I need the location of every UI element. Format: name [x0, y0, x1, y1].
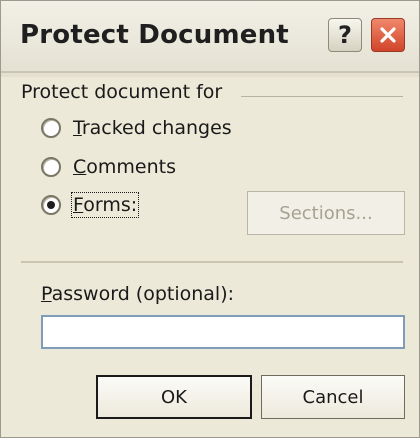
radio-button[interactable]	[41, 118, 61, 138]
radio-forms[interactable]: Forms:	[41, 190, 140, 220]
radio-button[interactable]	[41, 157, 61, 177]
close-button[interactable]	[371, 18, 405, 52]
dialog-title: Protect Document	[20, 20, 289, 50]
close-icon	[380, 27, 396, 43]
group-divider	[241, 96, 403, 97]
protect-document-dialog: Protect Document ? Protect document for …	[0, 0, 420, 438]
radio-label-comments: Comments	[73, 156, 177, 178]
ok-button[interactable]: OK	[96, 375, 252, 419]
help-icon: ?	[338, 21, 352, 49]
title-divider	[1, 71, 419, 73]
cancel-button[interactable]: Cancel	[261, 375, 405, 419]
separator	[21, 261, 403, 263]
radio-tracked-changes[interactable]: Tracked changes	[41, 113, 232, 143]
password-label: Password (optional):	[41, 283, 235, 305]
radio-button-selected[interactable]	[41, 195, 61, 215]
radio-label-tracked-changes: Tracked changes	[73, 117, 232, 139]
radio-label-forms: Forms:	[70, 192, 140, 218]
sections-button[interactable]: Sections...	[247, 191, 405, 235]
help-button[interactable]: ?	[328, 18, 362, 52]
password-field[interactable]	[41, 315, 405, 349]
radio-selected-dot	[47, 201, 55, 209]
protect-group-label: Protect document for	[21, 81, 223, 103]
radio-comments[interactable]: Comments	[41, 152, 176, 182]
title-bar[interactable]: Protect Document ?	[1, 1, 419, 77]
